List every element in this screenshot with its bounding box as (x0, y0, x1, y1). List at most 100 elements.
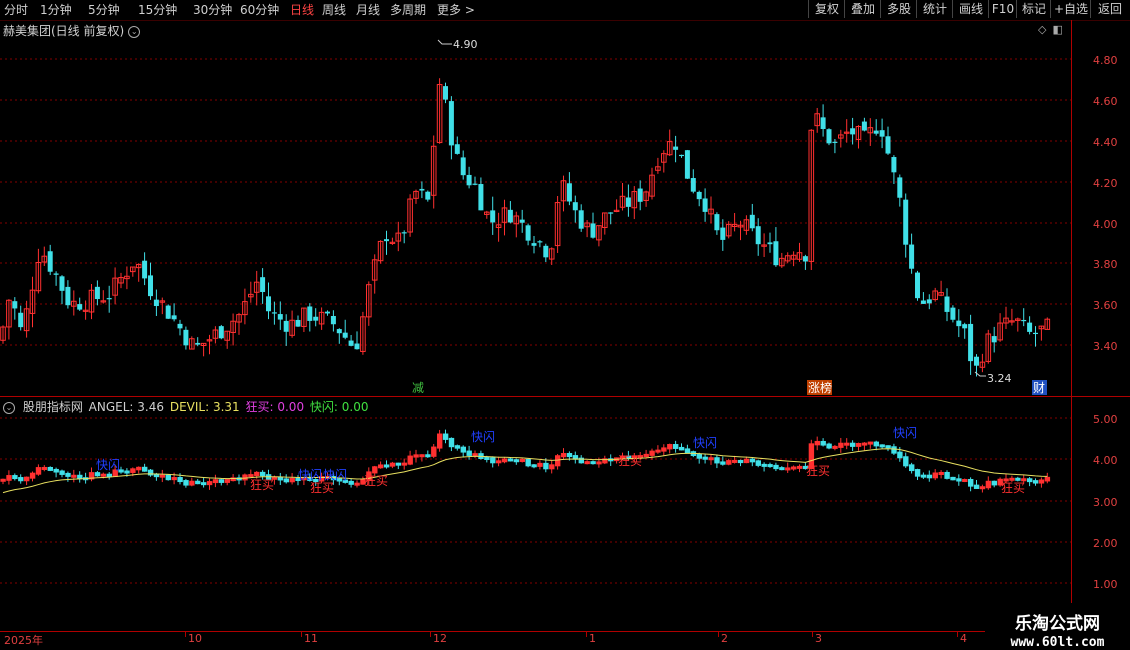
candle-body (891, 157, 897, 173)
candle (130, 266, 136, 277)
signal-flash-label: 快闪 (893, 426, 917, 440)
candle-body (454, 144, 460, 154)
time-tick (957, 631, 958, 637)
candle-body (59, 276, 65, 291)
candle (153, 289, 159, 316)
candle-body (926, 299, 932, 304)
candle (472, 176, 478, 186)
candle (395, 221, 402, 252)
candlestick-chart[interactable]: 4.90 3.24 减 涨榜 财 (0, 20, 1068, 396)
candle (171, 303, 177, 322)
candle-body (466, 174, 472, 186)
candle-body (148, 275, 153, 297)
candle (537, 239, 543, 248)
candle (366, 281, 372, 326)
candle (608, 212, 614, 225)
devil-line (2, 448, 1048, 494)
low-price-label: 3.24 (987, 372, 1012, 385)
candle (584, 220, 590, 238)
time-label: 11 (304, 632, 318, 645)
time-tick (301, 631, 302, 637)
candle (950, 305, 956, 323)
candle (124, 266, 130, 290)
signal-buy-label: 狂买 (310, 481, 334, 495)
candle (65, 280, 71, 309)
candle-body (478, 184, 484, 211)
candle-body (460, 157, 466, 176)
candle-body (909, 244, 915, 269)
candle-body (165, 305, 171, 319)
signal-flash-label: 快闪 (96, 458, 120, 472)
candle (673, 135, 679, 163)
candle-body (944, 296, 950, 312)
candle (212, 326, 219, 344)
candle-body (543, 245, 549, 258)
candle-body (195, 342, 201, 345)
candle-body (826, 129, 832, 144)
candle (419, 181, 425, 199)
candle (330, 310, 336, 332)
candle-body (94, 286, 100, 300)
indicator-chart[interactable]: 狂买 狂买 狂买狂买狂买狂买快闪快闪 快闪快闪 快闪快闪 (0, 397, 1068, 631)
candle (761, 233, 767, 257)
candle-body (720, 227, 726, 240)
candle-body (313, 316, 319, 321)
candle-body (749, 214, 755, 229)
candle-body (850, 128, 856, 135)
time-label: 1 (589, 632, 596, 645)
candle (183, 326, 189, 350)
candle (377, 240, 384, 264)
candle-body (679, 154, 684, 157)
collapse-icon[interactable]: ⌄ (3, 402, 15, 414)
candle (23, 300, 30, 338)
candle (708, 196, 714, 224)
candle (200, 342, 207, 357)
candle-body (283, 320, 289, 332)
candle (1015, 317, 1021, 332)
candle-body (260, 277, 266, 293)
candle (749, 203, 755, 232)
candle (909, 233, 915, 274)
candle (165, 304, 171, 320)
candle-body (637, 188, 643, 202)
candle-body (507, 209, 513, 223)
candle-body (325, 311, 330, 314)
candle (301, 307, 307, 333)
candle-body (401, 232, 407, 234)
candle (448, 96, 454, 160)
candle-body (18, 312, 24, 328)
candle (861, 117, 867, 132)
high-marker: 4.90 (437, 38, 478, 51)
candle-body (755, 226, 761, 245)
candle-body (425, 191, 431, 200)
indicator-name[interactable]: 股朋指标网 (23, 400, 83, 414)
candle (253, 270, 260, 306)
candle (743, 215, 750, 235)
candle (1027, 316, 1033, 335)
candle (342, 319, 348, 340)
candle-body (218, 326, 224, 339)
angel-value: ANGEL: 3.46 (88, 400, 164, 414)
candle (560, 175, 567, 212)
back-button[interactable]: 返回 (1090, 0, 1129, 18)
candle-body (537, 241, 543, 243)
candle-body (525, 225, 531, 241)
candle-body (625, 197, 631, 207)
candle (956, 309, 962, 338)
candle (725, 221, 732, 239)
candle (283, 314, 289, 346)
candle (826, 128, 832, 146)
candle (325, 310, 330, 316)
time-tick (185, 631, 186, 637)
candle (915, 270, 920, 301)
candle-body (903, 199, 909, 245)
candle-body (956, 320, 962, 327)
price-tick-label: 4.20 (1093, 177, 1118, 190)
indicator-tick-label: 4.00 (1093, 454, 1118, 467)
candle (897, 174, 903, 207)
candle (525, 223, 531, 246)
devil-value: DEVIL: 3.31 (169, 400, 240, 414)
candle (159, 297, 166, 315)
candle (737, 220, 744, 241)
candle (962, 322, 968, 339)
